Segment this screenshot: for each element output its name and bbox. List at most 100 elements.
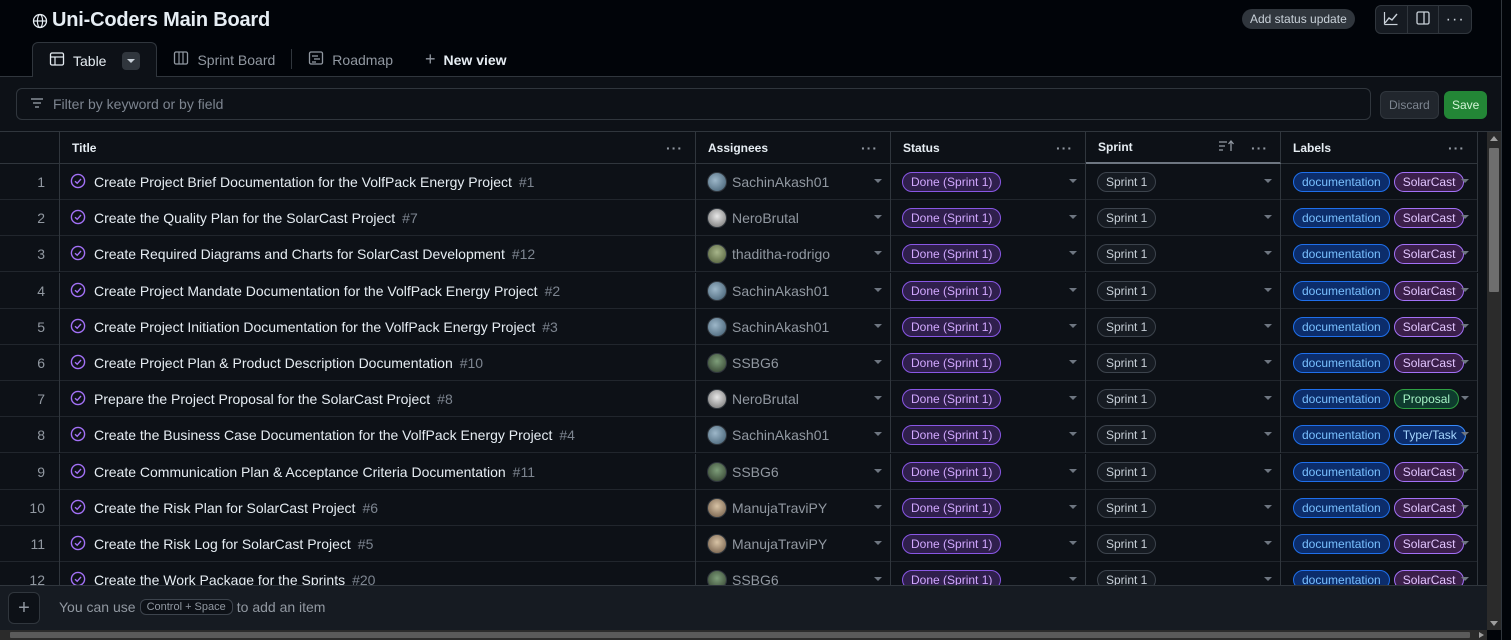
chevron-down-icon[interactable] <box>1264 577 1272 581</box>
label-pill[interactable]: SolarCast <box>1393 317 1465 337</box>
chevron-down-icon[interactable] <box>1461 215 1469 219</box>
column-menu-icon[interactable]: ··· <box>666 140 683 156</box>
label-pill[interactable]: documentation <box>1293 244 1390 264</box>
title-cell[interactable]: Create the Quality Plan for the SolarCas… <box>60 200 696 236</box>
vertical-scrollbar[interactable] <box>1487 132 1501 630</box>
assignee-cell[interactable]: SSBG6 <box>696 562 891 585</box>
label-pill[interactable]: Type/Task <box>1393 425 1466 445</box>
sort-ascending-icon[interactable] <box>1218 139 1236 156</box>
chevron-down-icon[interactable] <box>1461 396 1469 400</box>
status-cell[interactable]: Done (Sprint 1) <box>891 236 1086 272</box>
title-cell[interactable]: Create the Work Package for the Sprints #… <box>60 562 696 585</box>
labels-cell[interactable]: documentation SolarCast <box>1281 454 1478 490</box>
table-row[interactable]: 9 Create Communication Plan & Acceptance … <box>0 454 1478 490</box>
label-pill[interactable]: documentation <box>1293 208 1390 228</box>
label-pill[interactable]: SolarCast <box>1393 570 1465 585</box>
chevron-down-icon[interactable] <box>1069 360 1077 364</box>
chevron-down-icon[interactable] <box>874 360 882 364</box>
status-cell[interactable]: Done (Sprint 1) <box>891 200 1086 236</box>
status-cell[interactable]: Done (Sprint 1) <box>891 345 1086 381</box>
chevron-down-icon[interactable] <box>874 288 882 292</box>
status-cell[interactable]: Done (Sprint 1) <box>891 273 1086 309</box>
label-pill[interactable]: SolarCast <box>1393 462 1465 482</box>
chevron-down-icon[interactable] <box>874 541 882 545</box>
scroll-right-arrow-icon[interactable] <box>1479 632 1484 638</box>
labels-cell[interactable]: documentation SolarCast <box>1281 309 1478 345</box>
chevron-down-icon[interactable] <box>874 505 882 509</box>
sprint-cell[interactable]: Sprint 1 <box>1086 526 1281 562</box>
table-row[interactable]: 4 Create Project Mandate Documentation fo… <box>0 273 1478 309</box>
chevron-down-icon[interactable] <box>1069 251 1077 255</box>
chevron-down-icon[interactable] <box>1069 541 1077 545</box>
assignee-cell[interactable]: SSBG6 <box>696 454 891 490</box>
status-cell[interactable]: Done (Sprint 1) <box>891 454 1086 490</box>
discard-button[interactable]: Discard <box>1380 91 1439 119</box>
label-pill[interactable]: documentation <box>1293 462 1390 482</box>
label-pill[interactable]: SolarCast <box>1393 353 1465 373</box>
label-pill[interactable]: documentation <box>1293 281 1390 301</box>
insights-button[interactable] <box>1376 6 1408 33</box>
column-menu-icon[interactable]: ··· <box>861 140 878 156</box>
status-cell[interactable]: Done (Sprint 1) <box>891 164 1086 200</box>
side-panel-button[interactable] <box>1408 6 1440 33</box>
chevron-down-icon[interactable] <box>1461 288 1469 292</box>
chevron-down-icon[interactable] <box>874 577 882 581</box>
chevron-down-icon[interactable] <box>874 324 882 328</box>
chevron-down-icon[interactable] <box>1264 541 1272 545</box>
issue-title-link[interactable]: Create Required Diagrams and Charts for … <box>94 246 535 262</box>
page-title[interactable]: Uni-Coders Main Board <box>52 9 270 32</box>
chevron-down-icon[interactable] <box>874 469 882 473</box>
assignee-cell[interactable]: SachinAkash01 <box>696 273 891 309</box>
table-row[interactable]: 2 Create the Quality Plan for the SolarCa… <box>0 200 1478 236</box>
sprint-cell[interactable]: Sprint 1 <box>1086 345 1281 381</box>
assignee-cell[interactable]: SSBG6 <box>696 345 891 381</box>
assignee-cell[interactable]: SachinAkash01 <box>696 164 891 200</box>
sprint-cell[interactable]: Sprint 1 <box>1086 381 1281 417</box>
chevron-down-icon[interactable] <box>1069 432 1077 436</box>
chevron-down-icon[interactable] <box>1461 360 1469 364</box>
sprint-cell[interactable]: Sprint 1 <box>1086 417 1281 453</box>
table-row[interactable]: 8 Create the Business Case Documentation … <box>0 417 1478 453</box>
label-pill[interactable]: documentation <box>1293 353 1390 373</box>
table-row[interactable]: 6 Create Project Plan & Product Descripti… <box>0 345 1478 381</box>
save-button[interactable]: Save <box>1444 91 1488 119</box>
chevron-down-icon[interactable] <box>1264 432 1272 436</box>
chevron-down-icon[interactable] <box>1461 179 1469 183</box>
label-pill[interactable]: documentation <box>1293 534 1390 554</box>
sprint-cell[interactable]: Sprint 1 <box>1086 164 1281 200</box>
label-pill[interactable]: SolarCast <box>1393 172 1465 192</box>
chevron-down-icon[interactable] <box>874 215 882 219</box>
scrollbar-thumb[interactable] <box>10 632 1470 638</box>
chevron-down-icon[interactable] <box>1461 505 1469 509</box>
assignee-cell[interactable]: ManujaTraviPY <box>696 526 891 562</box>
chevron-down-icon[interactable] <box>1461 469 1469 473</box>
chevron-down-icon[interactable] <box>1461 324 1469 328</box>
sprint-cell[interactable]: Sprint 1 <box>1086 562 1281 585</box>
labels-cell[interactable]: documentation SolarCast <box>1281 345 1478 381</box>
labels-cell[interactable]: documentation SolarCast <box>1281 490 1478 526</box>
chevron-down-icon[interactable] <box>1069 215 1077 219</box>
chevron-down-icon[interactable] <box>874 179 882 183</box>
filter-input[interactable] <box>53 96 1353 112</box>
chevron-down-icon[interactable] <box>874 251 882 255</box>
issue-title-link[interactable]: Create Project Mandate Documentation for… <box>94 283 560 299</box>
label-pill[interactable]: documentation <box>1293 172 1390 192</box>
column-header-sprint[interactable]: Sprint ··· <box>1086 132 1281 164</box>
chevron-down-icon[interactable] <box>1461 577 1469 581</box>
status-cell[interactable]: Done (Sprint 1) <box>891 309 1086 345</box>
issue-title-link[interactable]: Create Project Plan & Product Descriptio… <box>94 355 483 371</box>
column-menu-icon[interactable]: ··· <box>1251 140 1268 156</box>
tab-roadmap[interactable]: Roadmap <box>292 42 409 77</box>
table-row[interactable]: 10 Create the Risk Plan for SolarCast Pro… <box>0 490 1478 526</box>
status-cell[interactable]: Done (Sprint 1) <box>891 417 1086 453</box>
assignee-cell[interactable]: ManujaTraviPY <box>696 490 891 526</box>
title-cell[interactable]: Create Required Diagrams and Charts for … <box>60 236 696 272</box>
chevron-down-icon[interactable] <box>1069 505 1077 509</box>
filter-field[interactable] <box>16 88 1371 120</box>
tab-sprint-board[interactable]: Sprint Board <box>157 42 291 77</box>
status-cell[interactable]: Done (Sprint 1) <box>891 526 1086 562</box>
view-options-button[interactable] <box>122 51 141 70</box>
chevron-down-icon[interactable] <box>1264 251 1272 255</box>
chevron-down-icon[interactable] <box>1461 251 1469 255</box>
labels-cell[interactable]: documentation SolarCast <box>1281 562 1478 585</box>
